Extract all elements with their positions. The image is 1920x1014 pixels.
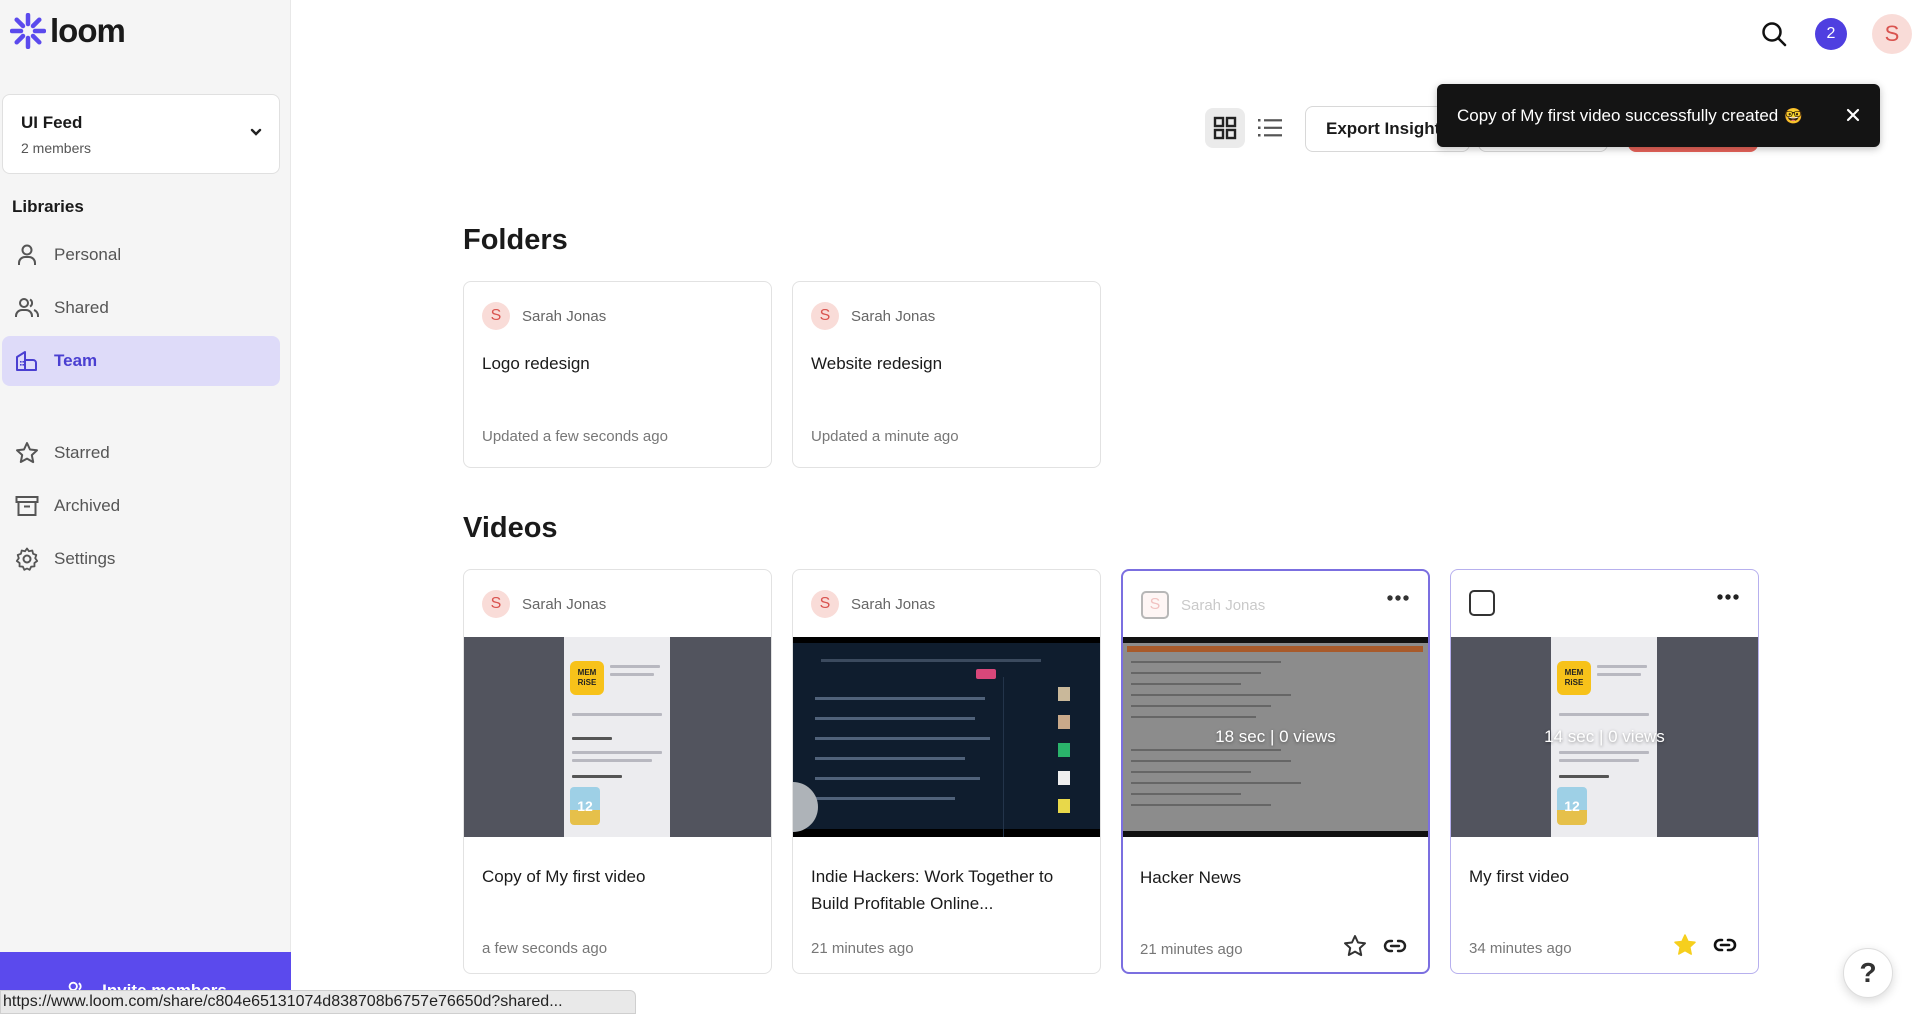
folder-card[interactable]: S Sarah Jonas Website redesign Updated a…	[792, 281, 1101, 468]
owner-name: Sarah Jonas	[522, 595, 607, 613]
sidebar-item-starred[interactable]: Starred	[2, 428, 280, 478]
close-icon	[1846, 108, 1860, 122]
link-preview-status-bar: https://www.loom.com/share/c804e65131074…	[0, 990, 636, 1014]
sidebar-item-shared[interactable]: Shared	[2, 283, 280, 333]
folder-card[interactable]: S Sarah Jonas Logo redesign Updated a fe…	[463, 281, 772, 468]
sidebar-item-label: Shared	[54, 298, 109, 317]
folders-heading: Folders	[463, 224, 568, 256]
video-title[interactable]: Copy of My first video	[482, 863, 762, 890]
star-filled-icon	[1674, 934, 1696, 955]
close-toast-button[interactable]	[1840, 102, 1866, 128]
video-stats: 18 sec | 0 views	[1215, 727, 1336, 746]
video-card[interactable]: MEM RiSE 12 14 sec | 0 views My first vid…	[1450, 569, 1759, 974]
grid-view-toggle[interactable]	[1205, 108, 1245, 148]
video-stats: 14 sec | 0 views	[1544, 727, 1665, 746]
select-checkbox[interactable]	[1469, 590, 1495, 616]
list-view-toggle[interactable]	[1250, 108, 1290, 148]
chevron-down-icon	[250, 128, 262, 136]
nerd-face-emoji: 🤓	[1784, 107, 1803, 125]
help-button[interactable]: ?	[1843, 948, 1893, 998]
sidebar-item-label: Archived	[54, 496, 121, 515]
folder-updated: Updated a few seconds ago	[482, 428, 668, 445]
gear-icon	[15, 547, 39, 571]
loom-logo[interactable]: loom	[10, 12, 126, 50]
workspace-members: 2 members	[21, 140, 92, 156]
list-icon	[1258, 119, 1282, 137]
video-time: a few seconds ago	[482, 940, 608, 957]
video-thumbnail[interactable]: MEM RiSE 12	[464, 637, 771, 837]
grid-icon	[1213, 116, 1237, 140]
search-button[interactable]	[1760, 20, 1788, 53]
owner-name: Sarah Jonas	[522, 307, 607, 325]
video-owner: S Sarah Jonas	[811, 590, 935, 618]
video-title[interactable]: Indie Hackers: Work Together to Build Pr…	[811, 863, 1091, 917]
owner-name: Sarah Jonas	[851, 595, 936, 613]
notifications-badge[interactable]: 2	[1815, 18, 1847, 50]
workspace-selector[interactable]: UI Feed 2 members	[2, 94, 280, 174]
video-actions	[1342, 933, 1408, 959]
star-button[interactable]	[1342, 933, 1368, 959]
logo-text: loom	[50, 12, 126, 49]
workspace-name: UI Feed	[21, 113, 83, 132]
video-thumbnail[interactable]: MEM RiSE 12 14 sec | 0 views	[1451, 637, 1758, 837]
video-time: 34 minutes ago	[1469, 940, 1572, 957]
owner-avatar: S	[811, 590, 839, 618]
select-checkbox[interactable]: S	[1141, 591, 1169, 619]
video-thumbnail[interactable]	[793, 637, 1100, 837]
star-icon	[16, 442, 38, 464]
toast-message: Copy of My first video successfully crea…	[1457, 105, 1779, 125]
copy-link-button[interactable]	[1712, 932, 1738, 958]
link-icon	[1383, 939, 1407, 953]
sidebar-item-label: Team	[54, 351, 98, 370]
video-card[interactable]: S Sarah Jonas MEM RiSE 12 Copy of My firs…	[463, 569, 772, 974]
more-options-button[interactable]	[1386, 589, 1410, 607]
sidebar-item-label: Starred	[54, 443, 110, 462]
search-icon	[1762, 22, 1787, 47]
sidebar-item-personal[interactable]: Personal	[2, 230, 280, 280]
video-card[interactable]: S Sarah Jonas Indie Hackers: Work Togeth…	[792, 569, 1101, 974]
copy-link-button[interactable]	[1382, 933, 1408, 959]
sidebar-item-label: Personal	[54, 245, 122, 264]
video-card[interactable]: S Sarah Jonas 18 sec | 0 views Hacker Ne…	[1121, 569, 1430, 974]
star-outline-icon	[1344, 935, 1366, 957]
people-icon	[15, 298, 39, 317]
sidebar-item-label: Settings	[54, 549, 116, 568]
folder-name: Logo redesign	[482, 354, 590, 373]
loom-asterisk-icon	[10, 13, 46, 49]
success-toast: Copy of My first video successfully crea…	[1437, 84, 1880, 147]
owner-avatar: S	[482, 590, 510, 618]
video-time: 21 minutes ago	[811, 940, 914, 957]
person-icon	[18, 244, 36, 265]
video-owner: S Sarah Jonas	[482, 590, 606, 618]
videos-heading: Videos	[463, 512, 558, 544]
building-icon	[16, 351, 37, 371]
folder-updated: Updated a minute ago	[811, 428, 959, 445]
more-horizontal-icon	[1717, 594, 1739, 600]
user-avatar[interactable]: S	[1872, 14, 1912, 54]
video-time: 21 minutes ago	[1140, 941, 1243, 958]
video-owner: S Sarah Jonas	[1141, 591, 1265, 619]
more-horizontal-icon	[1387, 595, 1409, 601]
archive-box-icon	[15, 496, 39, 516]
libraries-heading: Libraries	[12, 197, 84, 216]
video-thumbnail[interactable]: 18 sec | 0 views	[1123, 637, 1428, 837]
sidebar: loom UI Feed 2 members Libraries Persona…	[0, 0, 291, 1014]
sidebar-item-settings[interactable]: Settings	[2, 534, 280, 584]
sidebar-item-archived[interactable]: Archived	[2, 481, 280, 531]
link-icon	[1713, 938, 1737, 952]
folder-owner: S Sarah Jonas	[811, 302, 935, 330]
owner-name: Sarah Jonas	[1181, 596, 1266, 614]
folder-owner: S Sarah Jonas	[482, 302, 606, 330]
folder-name: Website redesign	[811, 354, 943, 373]
video-actions	[1672, 932, 1738, 958]
owner-name: Sarah Jonas	[851, 307, 936, 325]
video-title[interactable]: Hacker News	[1140, 864, 1420, 891]
video-title[interactable]: My first video	[1469, 863, 1749, 890]
owner-avatar: S	[811, 302, 839, 330]
more-options-button[interactable]	[1716, 588, 1740, 606]
sidebar-item-team[interactable]: Team	[2, 336, 280, 386]
memrise-app-screenshot: MEM RiSE 12	[564, 637, 670, 837]
star-button[interactable]	[1672, 932, 1698, 958]
owner-avatar: S	[482, 302, 510, 330]
